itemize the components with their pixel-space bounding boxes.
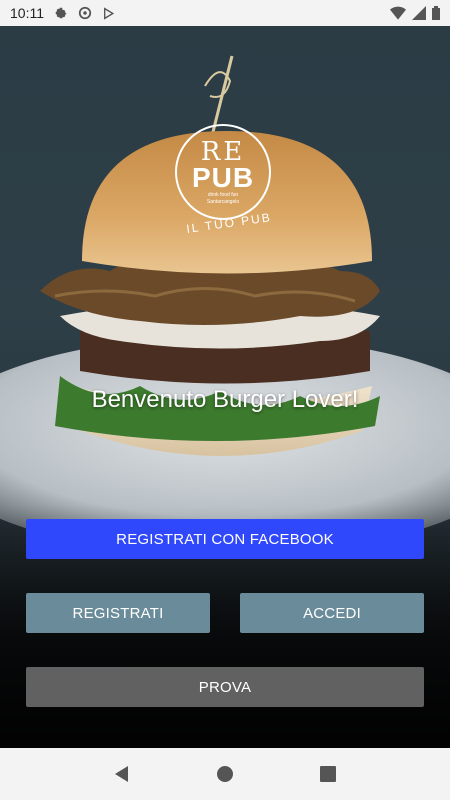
logo-tagline: drink food fun — [207, 192, 239, 198]
login-button[interactable]: ACCEDI — [240, 593, 424, 633]
wifi-icon — [390, 6, 406, 20]
signal-icon — [412, 6, 426, 20]
at-sign-icon — [78, 6, 92, 20]
play-store-icon — [102, 6, 115, 20]
recents-icon[interactable] — [313, 759, 343, 789]
try-button[interactable]: PROVA — [26, 667, 424, 707]
register-facebook-button[interactable]: REGISTRATI CON FACEBOOK — [26, 519, 424, 559]
battery-icon — [432, 6, 440, 20]
navigation-bar — [0, 748, 450, 800]
status-time: 10:11 — [10, 5, 44, 21]
welcome-heading: Benvenuto Burger Lover! — [91, 386, 359, 413]
hero-background: RE PUB drink food fun Santarcangelo IL T… — [0, 26, 450, 748]
register-button[interactable]: REGISTRATI — [26, 593, 210, 633]
back-icon[interactable] — [107, 759, 137, 789]
logo-location: Santarcangelo — [206, 199, 240, 205]
repub-logo: RE PUB drink food fun Santarcangelo — [175, 124, 271, 220]
status-bar: 10:11 — [0, 0, 450, 26]
settings-icon — [54, 6, 68, 20]
home-icon[interactable] — [210, 759, 240, 789]
logo-pub: PUB — [191, 162, 255, 193]
